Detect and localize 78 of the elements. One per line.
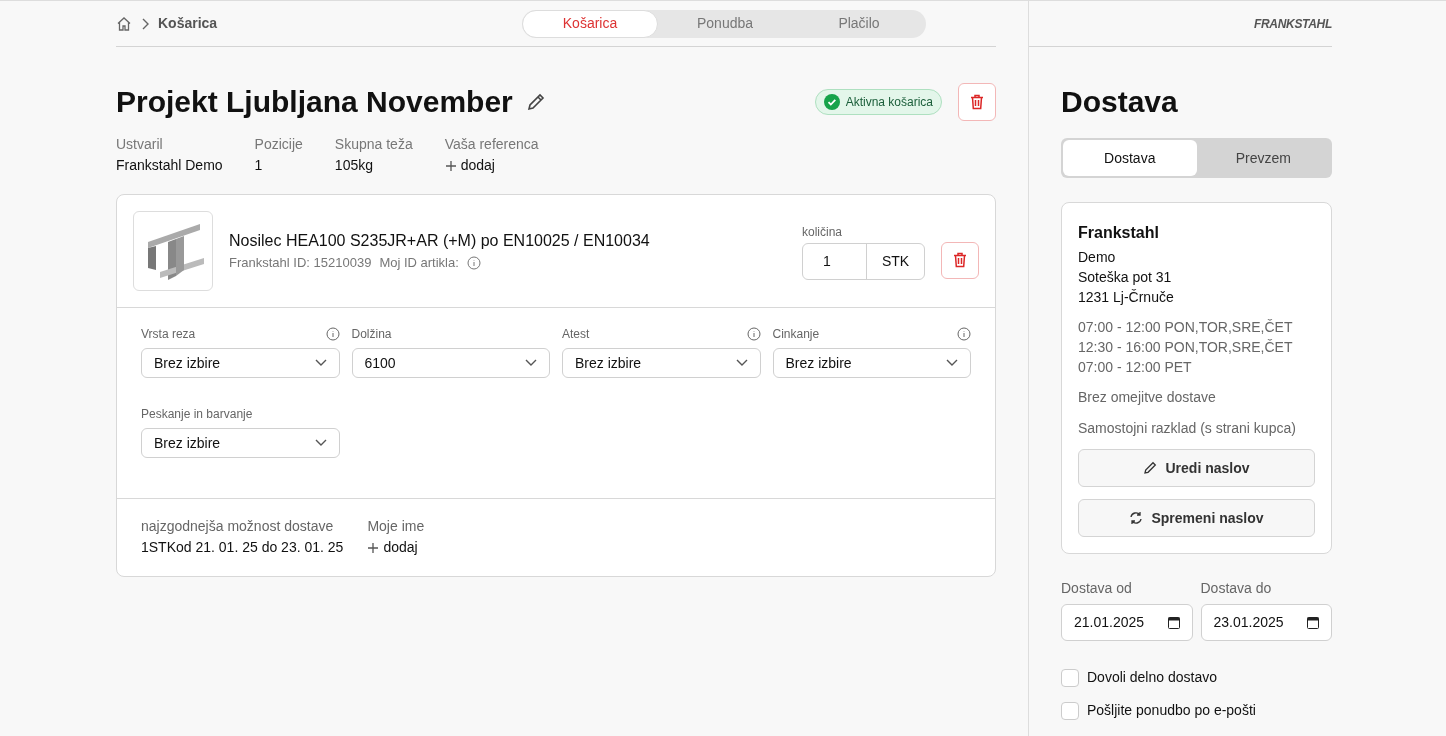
cart-title: Projekt Ljubljana November bbox=[116, 84, 513, 120]
meta-label: Skupna teža bbox=[334, 135, 413, 154]
chevron-down-icon bbox=[946, 359, 958, 367]
option-label: Cinkanje bbox=[772, 326, 820, 343]
opening-hours: 07:00 - 12:00 PET bbox=[1078, 358, 1193, 377]
info-icon[interactable] bbox=[466, 256, 481, 270]
info-icon[interactable] bbox=[746, 327, 761, 341]
product-name: Nosilec HEA100 S235JR+AR (+M) po EN10025 / EN10034 bbox=[229, 231, 650, 252]
my-id-label: Moj ID artikla: bbox=[379, 254, 459, 273]
select-field[interactable]: Brez izbire bbox=[141, 348, 340, 378]
checkbox[interactable] bbox=[1061, 668, 1079, 687]
calendar-icon bbox=[1167, 616, 1180, 629]
plus-icon bbox=[367, 541, 380, 554]
delivery-note: Brez omejitve dostave bbox=[1078, 388, 1217, 407]
checkbox-label: Pošljite ponudbo po e-pošti bbox=[1087, 701, 1256, 720]
mode-tab[interactable]: Prevzem bbox=[1196, 140, 1330, 176]
meta-value: 1 bbox=[254, 156, 264, 175]
opening-hours: 07:00 - 12:00 PON,TOR,SRE,ČET bbox=[1078, 318, 1294, 337]
address-button[interactable]: Uredi naslov bbox=[1078, 449, 1315, 487]
home-icon[interactable] bbox=[116, 15, 132, 32]
date-label: Dostava do bbox=[1200, 579, 1273, 598]
quantity-field[interactable]: 1 STK bbox=[802, 242, 925, 280]
step-tab[interactable]: Plačilo bbox=[792, 9, 926, 38]
breadcrumb-current: Košarica bbox=[158, 14, 218, 33]
trash-icon bbox=[970, 93, 984, 110]
chevron-down-icon bbox=[735, 359, 748, 367]
product-id: Frankstahl ID: 15210039 bbox=[229, 254, 372, 273]
option-label: Dolžina bbox=[351, 326, 392, 343]
meta-value: 105kg bbox=[334, 156, 374, 175]
meta-value: Frankstahl Demo bbox=[116, 156, 223, 175]
address-line: Soteška pot 31 bbox=[1078, 268, 1173, 287]
logo: FRANKSTAHL bbox=[1253, 15, 1332, 33]
refresh-icon bbox=[1129, 511, 1144, 525]
checkbox-label: Dovoli delno dostavo bbox=[1087, 668, 1217, 687]
footer-value: 1STKod 21. 01. 25 do 23. 01. 25 bbox=[141, 538, 344, 557]
option-label: Vrsta reza bbox=[141, 326, 196, 343]
company-name: Frankstahl bbox=[1078, 223, 1160, 243]
footer-label: Moje ime bbox=[367, 517, 425, 536]
chevron-down-icon bbox=[314, 439, 327, 447]
select-field[interactable]: Brez izbire bbox=[562, 348, 761, 378]
quantity-label: količina bbox=[802, 223, 844, 241]
check-circle-icon bbox=[823, 93, 840, 110]
address-line: Demo bbox=[1078, 248, 1117, 267]
option-label: Atest bbox=[562, 326, 590, 343]
calendar-icon bbox=[1307, 616, 1319, 629]
plus-icon bbox=[444, 159, 457, 172]
select-field[interactable]: Brez izbire bbox=[141, 428, 340, 458]
chevron-right-icon bbox=[140, 17, 150, 30]
chevron-down-icon bbox=[314, 359, 327, 367]
step-tab[interactable]: Ponudba bbox=[658, 9, 792, 38]
address-line: 1231 Lj-Črnuče bbox=[1078, 288, 1175, 307]
add-link[interactable]: dodaj bbox=[444, 155, 539, 176]
chevron-down-icon bbox=[525, 359, 537, 367]
option-label: Peskanje in barvanje bbox=[141, 406, 253, 423]
delete-cart-button[interactable] bbox=[958, 82, 996, 121]
meta-label: Vaša referenca bbox=[444, 135, 539, 154]
pencil-icon bbox=[1143, 461, 1158, 475]
status-badge: Aktivna košarica bbox=[814, 88, 942, 115]
checkbox[interactable] bbox=[1061, 701, 1079, 720]
address-button[interactable]: Spremeni naslov bbox=[1078, 499, 1315, 537]
opening-hours: 12:30 - 16:00 PON,TOR,SRE,ČET bbox=[1078, 338, 1294, 357]
select-field[interactable]: Brez izbire bbox=[772, 348, 971, 378]
step-tab[interactable]: Košarica bbox=[522, 9, 658, 38]
footer-label: najzgodnejša možnost dostave bbox=[141, 517, 335, 536]
select-field[interactable]: 6100 bbox=[351, 348, 550, 378]
delivery-note: Samostojni razklad (s strani kupca) bbox=[1078, 419, 1297, 438]
add-link[interactable]: dodaj bbox=[367, 537, 425, 558]
mode-tab[interactable]: Dostava bbox=[1063, 140, 1197, 176]
info-icon[interactable] bbox=[957, 327, 971, 341]
date-field[interactable]: 23.01.2025 bbox=[1200, 604, 1332, 641]
delete-item-button[interactable] bbox=[941, 241, 979, 279]
date-label: Dostava od bbox=[1061, 579, 1133, 598]
meta-label: Ustvaril bbox=[116, 135, 164, 154]
info-icon[interactable] bbox=[325, 327, 340, 341]
trash-icon bbox=[953, 252, 967, 268]
panel-title: Dostava bbox=[1061, 84, 1179, 120]
date-field[interactable]: 21.01.2025 bbox=[1061, 604, 1193, 641]
meta-label: Pozicije bbox=[254, 135, 303, 154]
